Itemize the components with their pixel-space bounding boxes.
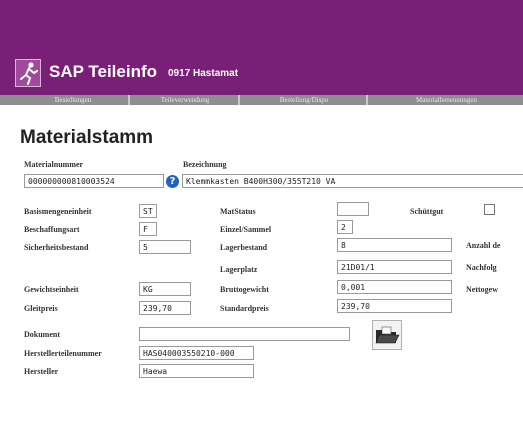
- herstellerteilenummer-field[interactable]: HAS040003550210-000: [139, 346, 254, 360]
- gleitpreis-label: Gleitpreis: [24, 304, 58, 313]
- gleitpreis-field[interactable]: 239,70: [139, 301, 191, 315]
- hersteller-field[interactable]: Haewa: [139, 364, 254, 378]
- standardpreis-label: Standardpreis: [220, 304, 269, 313]
- tab-bar: Bestellungen Teileverwendung Bestellung/…: [0, 95, 523, 105]
- gewichtseinheit-field[interactable]: KG: [139, 282, 191, 296]
- schuettgut-label: Schüttgut: [410, 207, 444, 216]
- lagerplatz-field[interactable]: 21D01/1: [337, 260, 452, 274]
- open-folder-icon: [375, 326, 400, 344]
- matstatus-field[interactable]: [337, 202, 369, 216]
- sicherheitsbestand-label: Sicherheitsbestand: [24, 243, 89, 252]
- tab-materialbenennungen[interactable]: Materialbenennungen: [366, 95, 523, 105]
- bruttogewicht-field[interactable]: 0,001: [337, 280, 452, 294]
- einzel-sammel-field[interactable]: 2: [337, 220, 353, 234]
- help-icon[interactable]: ?: [166, 175, 179, 188]
- app-title: SAP Teileinfo: [49, 62, 158, 81]
- lagerbestand-label: Lagerbestand: [220, 243, 268, 252]
- page-title: Materialstamm: [20, 127, 154, 148]
- standardpreis-field[interactable]: 239,70: [337, 299, 452, 313]
- nettogewicht-label: Nettogew: [466, 285, 498, 294]
- bruttogewicht-label: Bruttogewicht: [220, 285, 269, 294]
- anzahl-label: Anzahl de: [466, 241, 501, 250]
- basismengeneinheit-field[interactable]: ST: [139, 204, 157, 218]
- runner-icon: [15, 59, 41, 87]
- einzel-sammel-label: Einzel/Sammel: [220, 225, 272, 234]
- gewichtseinheit-label: Gewichtseinheit: [24, 285, 79, 294]
- lagerbestand-field[interactable]: 8: [337, 238, 452, 252]
- dokument-field[interactable]: [139, 327, 350, 341]
- tab-bestellung-dispo[interactable]: Bestellung/Dispo: [238, 95, 368, 105]
- beschaffungsart-label: Beschaffungsart: [24, 225, 80, 234]
- tab-bestellungen[interactable]: Bestellungen: [18, 95, 128, 105]
- open-folder-button[interactable]: [372, 320, 402, 350]
- sicherheitsbestand-field[interactable]: 5: [139, 240, 191, 254]
- hersteller-label: Hersteller: [24, 367, 59, 376]
- app-header: SAP Teileinfo 0917 Hastamat: [0, 0, 523, 95]
- bezeichnung-label: Bezeichnung: [183, 160, 227, 169]
- basismengeneinheit-label: Basismengeneinheit: [24, 207, 92, 216]
- lagerplatz-label: Lagerplatz: [220, 265, 258, 274]
- matstatus-label: MatStatus: [220, 207, 256, 216]
- tab-teileverwendung[interactable]: Teileverwendung: [128, 95, 240, 105]
- dokument-label: Dokument: [24, 330, 61, 339]
- schuettgut-checkbox[interactable]: [484, 204, 495, 215]
- nachfolger-label: Nachfolg: [466, 263, 497, 272]
- materialnummer-field[interactable]: 000000000810003524: [24, 174, 164, 188]
- bezeichnung-field[interactable]: Klemmkasten B400H300/355T210 VA: [182, 174, 523, 188]
- beschaffungsart-field[interactable]: F: [139, 222, 157, 236]
- app-subtitle: 0917 Hastamat: [168, 68, 239, 79]
- herstellerteilenummer-label: Herstellerteilenummer: [24, 349, 102, 358]
- materialnummer-label: Materialnummer: [24, 160, 84, 169]
